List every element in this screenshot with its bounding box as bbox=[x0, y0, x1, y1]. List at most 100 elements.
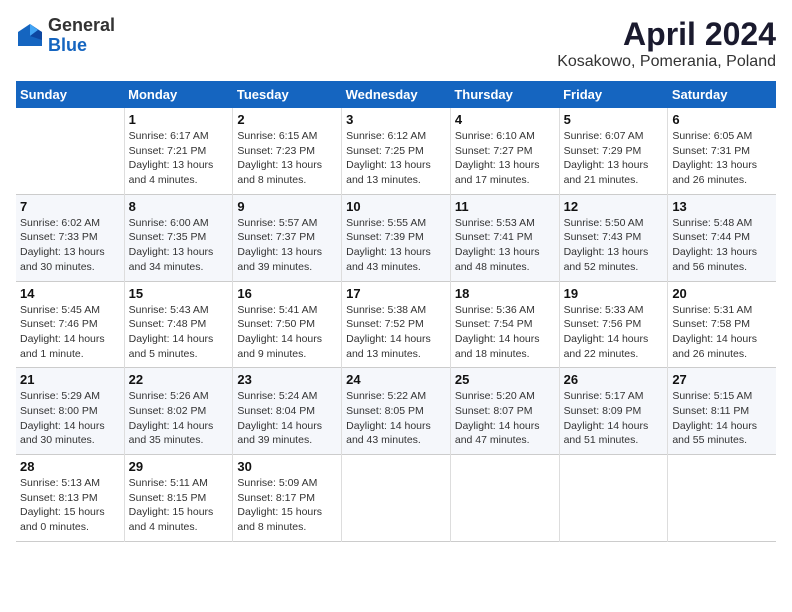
day-number: 25 bbox=[455, 372, 555, 387]
day-number: 20 bbox=[672, 286, 772, 301]
calendar-cell: 2Sunrise: 6:15 AMSunset: 7:23 PMDaylight… bbox=[233, 108, 342, 194]
day-number: 22 bbox=[129, 372, 229, 387]
title-block: April 2024 Kosakowo, Pomerania, Poland bbox=[557, 16, 776, 71]
calendar-cell: 1 Sunrise: 6:17 AMSunset: 7:21 PMDaylight… bbox=[124, 108, 233, 194]
day-info: Sunrise: 5:53 AMSunset: 7:41 PMDaylight:… bbox=[455, 216, 555, 275]
calendar-cell: 3 Sunrise: 6:12 AMSunset: 7:25 PMDaylight… bbox=[342, 108, 451, 194]
calendar-cell: 4 Sunrise: 6:10 AMSunset: 7:27 PMDaylight… bbox=[450, 108, 559, 194]
calendar-week-row: 28Sunrise: 5:13 AMSunset: 8:13 PMDayligh… bbox=[16, 455, 776, 542]
day-number: 12 bbox=[564, 199, 664, 214]
calendar-cell: 24 Sunrise: 5:22 AMSunset: 8:05 PMDayligh… bbox=[342, 368, 451, 455]
header-day-monday: Monday bbox=[124, 81, 233, 108]
day-info: Sunrise: 5:43 AMSunset: 7:48 PMDaylight:… bbox=[129, 303, 229, 362]
day-number: 11 bbox=[455, 199, 555, 214]
calendar-cell: 18 Sunrise: 5:36 AMSunset: 7:54 PMDayligh… bbox=[450, 281, 559, 368]
calendar-cell: 17Sunrise: 5:38 AMSunset: 7:52 PMDayligh… bbox=[342, 281, 451, 368]
header-day-friday: Friday bbox=[559, 81, 668, 108]
logo-icon bbox=[16, 22, 44, 50]
day-info: Sunrise: 5:15 AMSunset: 8:11 PMDaylight:… bbox=[672, 389, 772, 448]
calendar-week-row: 21 Sunrise: 5:29 AMSunset: 8:00 PMDayligh… bbox=[16, 368, 776, 455]
calendar-cell: 9Sunrise: 5:57 AMSunset: 7:37 PMDaylight… bbox=[233, 194, 342, 281]
calendar-cell: 6 Sunrise: 6:05 AMSunset: 7:31 PMDaylight… bbox=[668, 108, 776, 194]
day-number: 4 bbox=[455, 112, 555, 127]
day-number: 1 bbox=[129, 112, 229, 127]
calendar-cell bbox=[668, 455, 776, 542]
calendar-week-row: 1 Sunrise: 6:17 AMSunset: 7:21 PMDaylight… bbox=[16, 108, 776, 194]
day-number: 21 bbox=[20, 372, 120, 387]
header-day-thursday: Thursday bbox=[450, 81, 559, 108]
day-info: Sunrise: 5:45 AMSunset: 7:46 PMDaylight:… bbox=[20, 303, 120, 362]
day-info: Sunrise: 6:00 AMSunset: 7:35 PMDaylight:… bbox=[129, 216, 229, 275]
day-info: Sunrise: 5:24 AMSunset: 8:04 PMDaylight:… bbox=[237, 389, 337, 448]
header-day-tuesday: Tuesday bbox=[233, 81, 342, 108]
day-info: Sunrise: 5:50 AMSunset: 7:43 PMDaylight:… bbox=[564, 216, 664, 275]
day-info: Sunrise: 5:48 AMSunset: 7:44 PMDaylight:… bbox=[672, 216, 772, 275]
day-number: 9 bbox=[237, 199, 337, 214]
day-info: Sunrise: 5:41 AMSunset: 7:50 PMDaylight:… bbox=[237, 303, 337, 362]
day-info: Sunrise: 5:36 AMSunset: 7:54 PMDaylight:… bbox=[455, 303, 555, 362]
calendar-cell: 16 Sunrise: 5:41 AMSunset: 7:50 PMDayligh… bbox=[233, 281, 342, 368]
page-header: General Blue April 2024 Kosakowo, Pomera… bbox=[16, 16, 776, 71]
day-info: Sunrise: 6:07 AMSunset: 7:29 PMDaylight:… bbox=[564, 129, 664, 188]
day-number: 6 bbox=[672, 112, 772, 127]
header-day-wednesday: Wednesday bbox=[342, 81, 451, 108]
day-info: Sunrise: 5:11 AMSunset: 8:15 PMDaylight:… bbox=[129, 476, 229, 535]
day-number: 3 bbox=[346, 112, 446, 127]
calendar-cell: 30Sunrise: 5:09 AMSunset: 8:17 PMDayligh… bbox=[233, 455, 342, 542]
calendar-cell bbox=[450, 455, 559, 542]
day-number: 16 bbox=[237, 286, 337, 301]
day-info: Sunrise: 5:26 AMSunset: 8:02 PMDaylight:… bbox=[129, 389, 229, 448]
day-info: Sunrise: 6:10 AMSunset: 7:27 PMDaylight:… bbox=[455, 129, 555, 188]
calendar-week-row: 7 Sunrise: 6:02 AMSunset: 7:33 PMDaylight… bbox=[16, 194, 776, 281]
day-info: Sunrise: 5:29 AMSunset: 8:00 PMDaylight:… bbox=[20, 389, 120, 448]
header-day-saturday: Saturday bbox=[668, 81, 776, 108]
calendar-cell: 8 Sunrise: 6:00 AMSunset: 7:35 PMDaylight… bbox=[124, 194, 233, 281]
calendar-cell bbox=[16, 108, 124, 194]
day-info: Sunrise: 6:05 AMSunset: 7:31 PMDaylight:… bbox=[672, 129, 772, 188]
calendar-cell: 20Sunrise: 5:31 AMSunset: 7:58 PMDayligh… bbox=[668, 281, 776, 368]
header-row: SundayMondayTuesdayWednesdayThursdayFrid… bbox=[16, 81, 776, 108]
day-number: 7 bbox=[20, 199, 120, 214]
day-info: Sunrise: 5:55 AMSunset: 7:39 PMDaylight:… bbox=[346, 216, 446, 275]
day-number: 5 bbox=[564, 112, 664, 127]
day-number: 14 bbox=[20, 286, 120, 301]
header-day-sunday: Sunday bbox=[16, 81, 124, 108]
day-number: 26 bbox=[564, 372, 664, 387]
day-number: 15 bbox=[129, 286, 229, 301]
day-info: Sunrise: 5:20 AMSunset: 8:07 PMDaylight:… bbox=[455, 389, 555, 448]
day-number: 29 bbox=[129, 459, 229, 474]
calendar-cell: 22 Sunrise: 5:26 AMSunset: 8:02 PMDayligh… bbox=[124, 368, 233, 455]
calendar-week-row: 14 Sunrise: 5:45 AMSunset: 7:46 PMDayligh… bbox=[16, 281, 776, 368]
calendar-cell: 19 Sunrise: 5:33 AMSunset: 7:56 PMDayligh… bbox=[559, 281, 668, 368]
calendar-header: SundayMondayTuesdayWednesdayThursdayFrid… bbox=[16, 81, 776, 108]
calendar-cell: 11 Sunrise: 5:53 AMSunset: 7:41 PMDayligh… bbox=[450, 194, 559, 281]
calendar-cell: 25 Sunrise: 5:20 AMSunset: 8:07 PMDayligh… bbox=[450, 368, 559, 455]
day-info: Sunrise: 5:17 AMSunset: 8:09 PMDaylight:… bbox=[564, 389, 664, 448]
calendar-cell bbox=[559, 455, 668, 542]
calendar-cell: 10 Sunrise: 5:55 AMSunset: 7:39 PMDayligh… bbox=[342, 194, 451, 281]
day-number: 10 bbox=[346, 199, 446, 214]
page-subtitle: Kosakowo, Pomerania, Poland bbox=[557, 53, 776, 71]
day-number: 24 bbox=[346, 372, 446, 387]
day-number: 19 bbox=[564, 286, 664, 301]
calendar-cell: 26 Sunrise: 5:17 AMSunset: 8:09 PMDayligh… bbox=[559, 368, 668, 455]
logo: General Blue bbox=[16, 16, 115, 56]
calendar-cell: 28Sunrise: 5:13 AMSunset: 8:13 PMDayligh… bbox=[16, 455, 124, 542]
day-number: 13 bbox=[672, 199, 772, 214]
calendar-cell: 13 Sunrise: 5:48 AMSunset: 7:44 PMDayligh… bbox=[668, 194, 776, 281]
day-info: Sunrise: 5:13 AMSunset: 8:13 PMDaylight:… bbox=[20, 476, 120, 535]
calendar-cell: 7 Sunrise: 6:02 AMSunset: 7:33 PMDaylight… bbox=[16, 194, 124, 281]
day-info: Sunrise: 5:33 AMSunset: 7:56 PMDaylight:… bbox=[564, 303, 664, 362]
day-info: Sunrise: 6:02 AMSunset: 7:33 PMDaylight:… bbox=[20, 216, 120, 275]
calendar-cell: 14 Sunrise: 5:45 AMSunset: 7:46 PMDayligh… bbox=[16, 281, 124, 368]
day-info: Sunrise: 6:17 AMSunset: 7:21 PMDaylight:… bbox=[129, 129, 229, 188]
day-info: Sunrise: 5:38 AMSunset: 7:52 PMDaylight:… bbox=[346, 303, 446, 362]
calendar-cell: 27Sunrise: 5:15 AMSunset: 8:11 PMDayligh… bbox=[668, 368, 776, 455]
day-number: 18 bbox=[455, 286, 555, 301]
calendar-cell: 23 Sunrise: 5:24 AMSunset: 8:04 PMDayligh… bbox=[233, 368, 342, 455]
day-info: Sunrise: 5:22 AMSunset: 8:05 PMDaylight:… bbox=[346, 389, 446, 448]
day-number: 8 bbox=[129, 199, 229, 214]
day-number: 23 bbox=[237, 372, 337, 387]
day-info: Sunrise: 6:12 AMSunset: 7:25 PMDaylight:… bbox=[346, 129, 446, 188]
logo-text: General Blue bbox=[48, 16, 115, 56]
